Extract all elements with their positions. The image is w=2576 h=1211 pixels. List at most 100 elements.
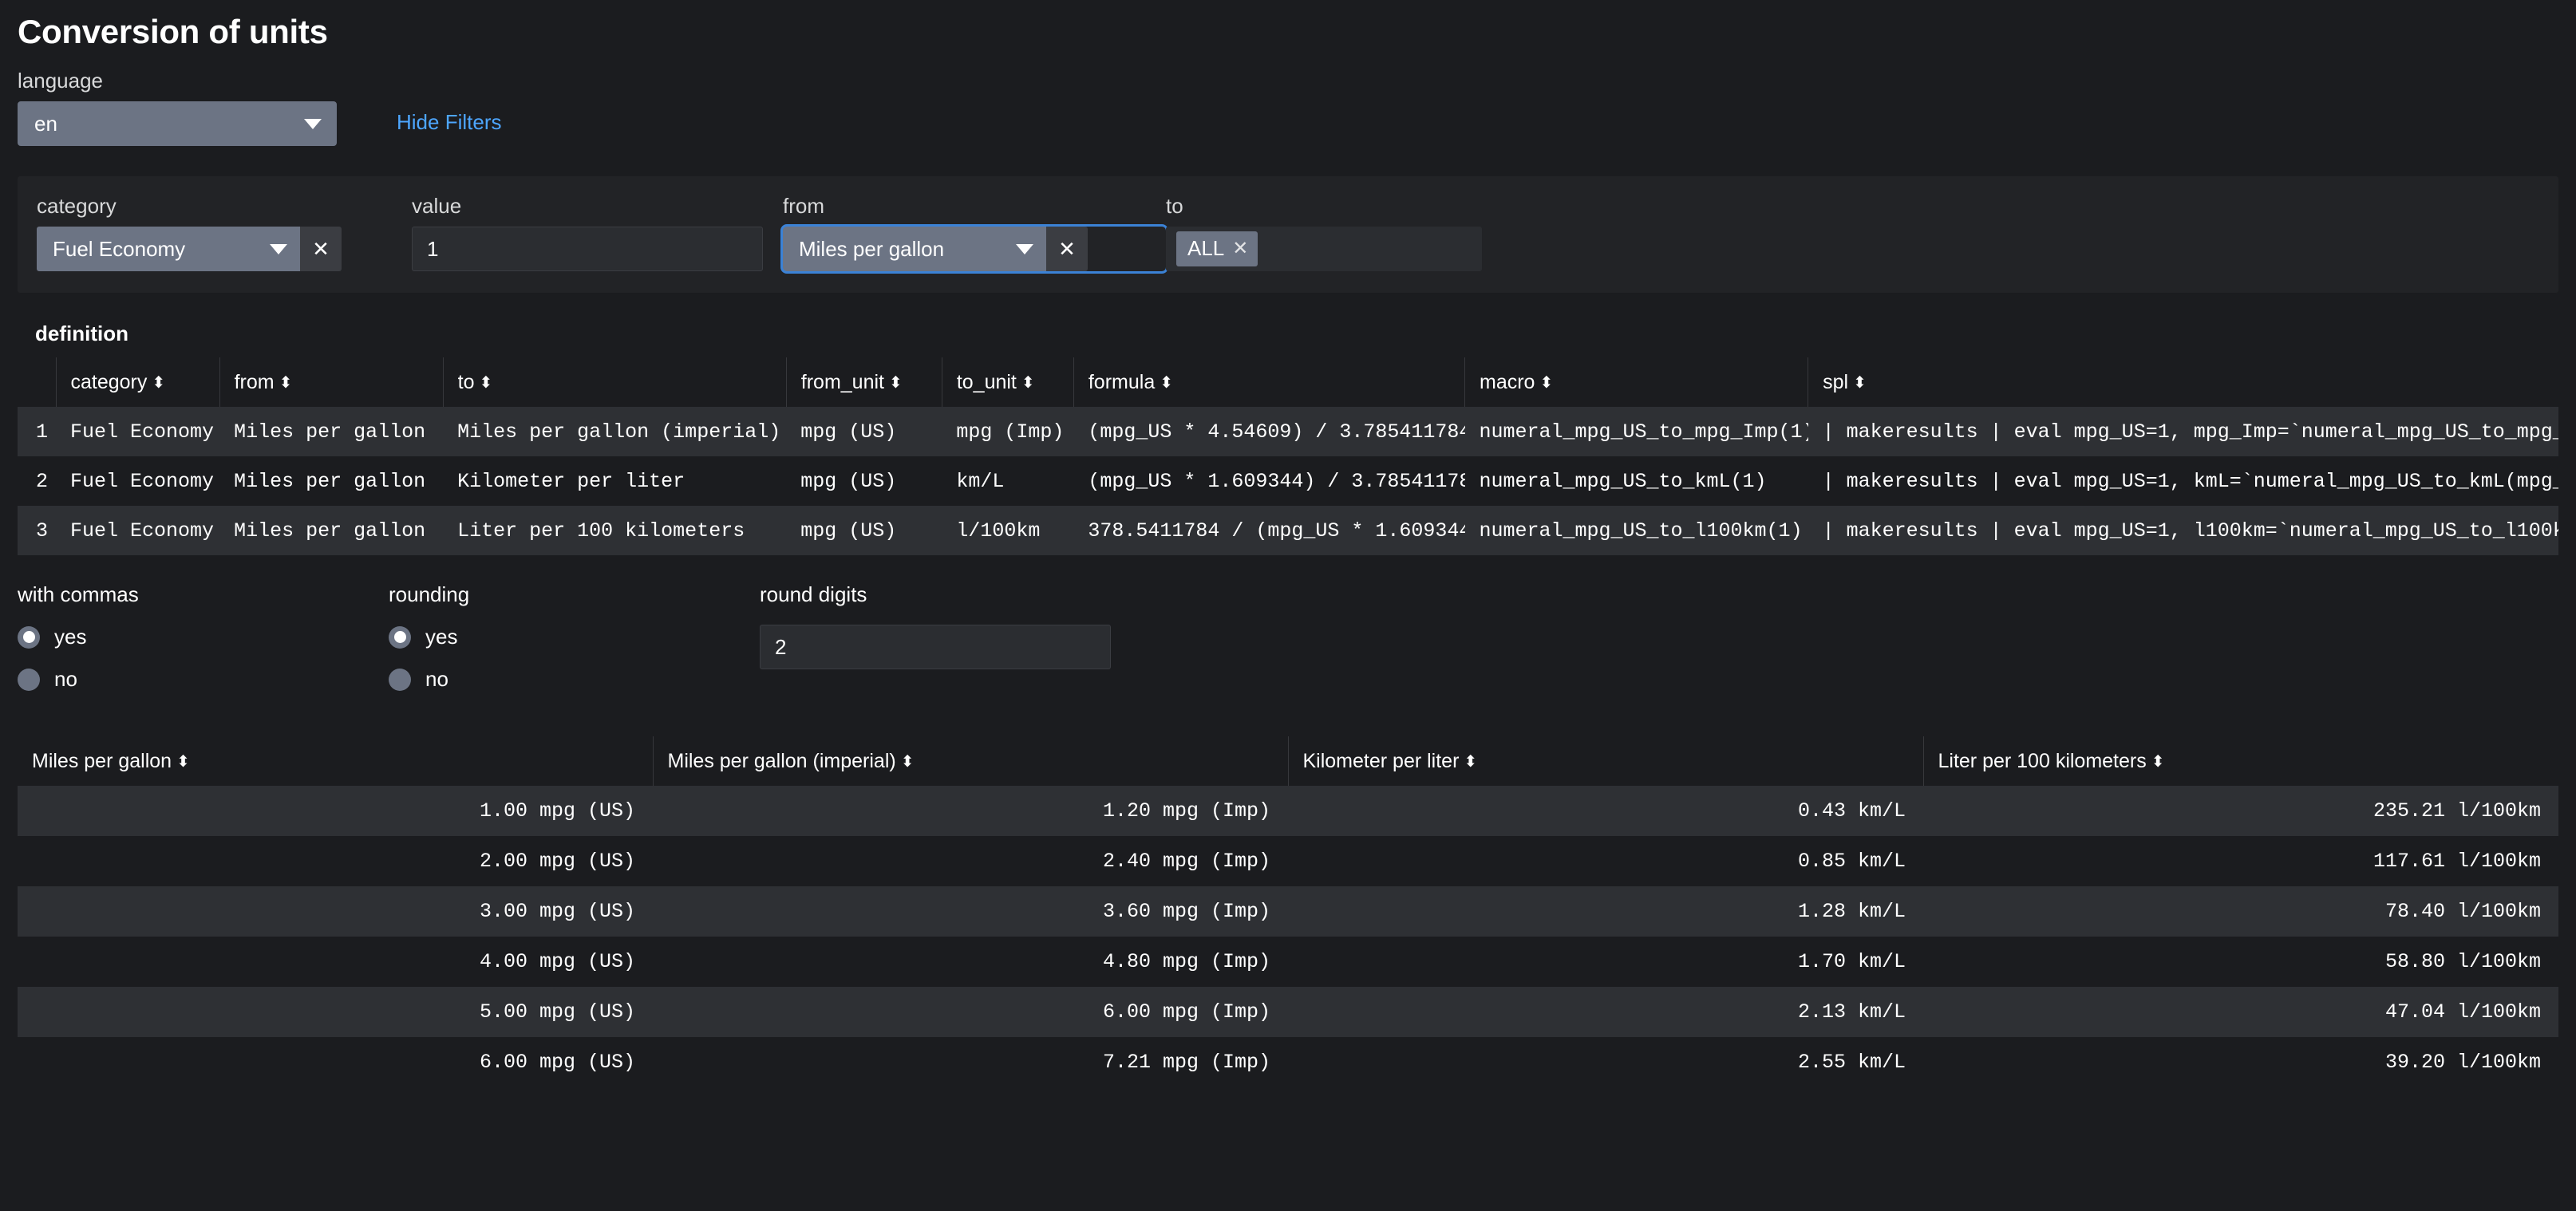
- col-macro[interactable]: macro ⬍: [1464, 357, 1808, 407]
- filter-panel: category Fuel Economy ✕ value 1 from Mil…: [18, 176, 2558, 293]
- table-row[interactable]: 6.00 mpg (US) 7.21 mpg (Imp) 2.55 km/L 3…: [18, 1037, 2558, 1087]
- category-select-value: Fuel Economy: [53, 236, 186, 261]
- sort-icon: ⬍: [279, 373, 293, 392]
- chevron-down-icon: [304, 118, 322, 129]
- cell-macro: numeral_mpg_US_to_kmL(1): [1464, 456, 1808, 506]
- sort-icon: ⬍: [479, 373, 493, 392]
- from-filter: from Miles per gallon ✕: [780, 194, 1168, 274]
- result-cell-mpg-us: 1.00 mpg (US): [18, 786, 653, 836]
- radio-icon[interactable]: [389, 668, 411, 691]
- table-row[interactable]: 1 Fuel Economy Miles per gallon Miles pe…: [18, 407, 2558, 456]
- options-row: with commas yes no rounding yes no round…: [0, 582, 2576, 709]
- table-row[interactable]: 4.00 mpg (US) 4.80 mpg (Imp) 1.70 km/L 5…: [18, 937, 2558, 987]
- definition-table: category ⬍ from ⬍ to ⬍ from_unit ⬍ to_unit ⬍ …: [18, 357, 2558, 555]
- table-row[interactable]: 3 Fuel Economy Miles per gallon Liter pe…: [18, 506, 2558, 555]
- result-cell-mpg-us: 5.00 mpg (US): [18, 987, 653, 1037]
- col-from-unit-label: from_unit: [800, 370, 884, 393]
- value-input[interactable]: 1: [412, 227, 763, 271]
- table-row[interactable]: 2 Fuel Economy Miles per gallon Kilomete…: [18, 456, 2558, 506]
- radio-icon[interactable]: [389, 625, 411, 649]
- to-multiselect[interactable]: ALL ✕: [1166, 227, 1482, 271]
- col-to[interactable]: to ⬍: [442, 357, 787, 407]
- rounding-yes[interactable]: yes: [389, 625, 760, 649]
- col-formula[interactable]: formula ⬍: [1073, 357, 1465, 407]
- results-col-mpg-us[interactable]: Miles per gallon ⬍: [18, 736, 653, 786]
- col-to-unit[interactable]: to_unit ⬍: [941, 357, 1074, 407]
- results-col-mpg-imp[interactable]: Miles per gallon (imperial) ⬍: [652, 736, 1288, 786]
- rounding-yes-label: yes: [425, 625, 458, 649]
- from-select[interactable]: Miles per gallon: [783, 227, 1046, 271]
- result-cell-l100km: 78.40 l/100km: [1923, 886, 2558, 937]
- round-digits-value: 2: [775, 634, 787, 659]
- col-from-unit[interactable]: from_unit ⬍: [785, 357, 942, 407]
- to-token-all[interactable]: ALL ✕: [1176, 231, 1258, 266]
- category-clear-button[interactable]: ✕: [300, 227, 342, 271]
- result-cell-kml: 0.85 km/L: [1288, 836, 1923, 886]
- sort-icon: ⬍: [1160, 373, 1173, 392]
- sort-icon: ⬍: [1464, 752, 1478, 771]
- definition-header-row: category ⬍ from ⬍ to ⬍ from_unit ⬍ to_unit ⬍ …: [18, 357, 2558, 407]
- result-cell-mpg-us: 6.00 mpg (US): [18, 1037, 653, 1087]
- table-row[interactable]: 5.00 mpg (US) 6.00 mpg (Imp) 2.13 km/L 4…: [18, 987, 2558, 1037]
- results-col-l100km[interactable]: Liter per 100 kilometers ⬍: [1922, 736, 2558, 786]
- chevron-down-icon: [1016, 243, 1033, 254]
- col-category[interactable]: category ⬍: [55, 357, 220, 407]
- results-col-mpg-imp-label: Miles per gallon (imperial): [667, 749, 896, 772]
- with-commas-label: with commas: [18, 582, 139, 606]
- cell-from-unit: mpg (US): [786, 407, 942, 456]
- results-header-row: Miles per gallon ⬍ Miles per gallon (impe…: [18, 736, 2558, 786]
- definition-table-wrap: category ⬍ from ⬍ to ⬍ from_unit ⬍ to_unit ⬍ …: [18, 357, 2558, 555]
- result-cell-l100km: 58.80 l/100km: [1923, 937, 2558, 987]
- results-col-kml[interactable]: Kilometer per liter ⬍: [1287, 736, 1923, 786]
- category-filter: category Fuel Economy ✕: [37, 194, 412, 271]
- hide-filters-link[interactable]: Hide Filters: [397, 110, 501, 135]
- with-commas-no[interactable]: no: [18, 667, 389, 692]
- cell-spl: | makeresults | eval mpg_US=1, kmL=`nume…: [1808, 456, 2558, 506]
- result-cell-kml: 1.70 km/L: [1288, 937, 1923, 987]
- from-clear-button[interactable]: ✕: [1046, 227, 1088, 271]
- cell-from-unit: mpg (US): [786, 456, 942, 506]
- category-combo-wrap: Fuel Economy ✕: [37, 227, 412, 271]
- result-cell-kml: 2.55 km/L: [1288, 1037, 1923, 1087]
- table-row[interactable]: 3.00 mpg (US) 3.60 mpg (Imp) 1.28 km/L 7…: [18, 886, 2558, 937]
- table-row[interactable]: 2.00 mpg (US) 2.40 mpg (Imp) 0.85 km/L 1…: [18, 836, 2558, 886]
- language-select-value: en: [34, 111, 57, 136]
- language-label: language: [18, 69, 103, 93]
- from-select-value: Miles per gallon: [799, 236, 945, 261]
- value-label: value: [412, 194, 462, 218]
- category-select[interactable]: Fuel Economy: [37, 227, 300, 271]
- category-label: category: [37, 194, 117, 218]
- col-spl[interactable]: spl ⬍: [1808, 357, 2558, 407]
- results-table-body: 1.00 mpg (US) 1.20 mpg (Imp) 0.43 km/L 2…: [18, 786, 2558, 1087]
- cell-formula: 378.5411784 / (mpg_US * 1.609344): [1073, 506, 1465, 555]
- with-commas-yes[interactable]: yes: [18, 625, 389, 649]
- to-filter: to ALL ✕: [1166, 194, 1501, 271]
- with-commas-no-label: no: [54, 667, 77, 691]
- page-title: Conversion of units: [18, 13, 328, 50]
- cell-formula: (mpg_US * 1.609344) / 3.785411784: [1073, 456, 1465, 506]
- col-from[interactable]: from ⬍: [219, 357, 444, 407]
- radio-icon[interactable]: [18, 668, 40, 691]
- rounding-no[interactable]: no: [389, 667, 760, 692]
- col-to-label: to: [457, 370, 475, 393]
- result-cell-mpg-us: 3.00 mpg (US): [18, 886, 653, 937]
- result-cell-mpg-us: 2.00 mpg (US): [18, 836, 653, 886]
- radio-icon[interactable]: [18, 625, 40, 649]
- result-cell-kml: 2.13 km/L: [1288, 987, 1923, 1037]
- round-digits-input[interactable]: 2: [760, 625, 1111, 669]
- sort-icon: ⬍: [1021, 373, 1035, 392]
- round-digits-label: round digits: [760, 582, 867, 606]
- table-row[interactable]: 1.00 mpg (US) 1.20 mpg (Imp) 0.43 km/L 2…: [18, 786, 2558, 836]
- rounding-label: rounding: [389, 582, 470, 606]
- from-combo-wrap: Miles per gallon ✕: [780, 224, 1168, 274]
- col-macro-label: macro: [1480, 370, 1535, 393]
- language-select[interactable]: en: [18, 101, 337, 146]
- sort-icon: ⬍: [888, 373, 903, 392]
- to-token-label: ALL: [1187, 236, 1225, 260]
- results-table: Miles per gallon ⬍ Miles per gallon (impe…: [18, 736, 2558, 1087]
- result-cell-mpg-imp: 6.00 mpg (Imp): [653, 987, 1288, 1037]
- cell-from: Miles per gallon: [219, 506, 444, 555]
- results-col-mpg-us-label: Miles per gallon: [32, 749, 172, 772]
- close-icon[interactable]: ✕: [1232, 237, 1248, 260]
- definition-table-body: 1 Fuel Economy Miles per gallon Miles pe…: [18, 407, 2558, 555]
